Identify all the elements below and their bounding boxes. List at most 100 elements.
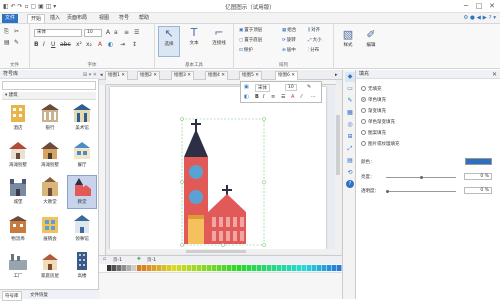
float-list-icon[interactable]: ☰ [281, 94, 285, 100]
fill-option-solid[interactable]: 单色填充 [361, 97, 386, 103]
menu-insert[interactable]: 插入 [47, 14, 63, 23]
float-font-color-icon[interactable]: A [291, 94, 294, 100]
palette-swatch[interactable] [132, 265, 137, 271]
add-page-icon[interactable]: ✚ [137, 257, 141, 262]
bold-icon[interactable]: B [34, 41, 39, 48]
grid-panel-icon[interactable]: ▦ [345, 108, 355, 118]
tab-file-recovery[interactable]: 文件恢复 [28, 291, 50, 299]
library-search-input[interactable] [2, 81, 96, 90]
float-size-select[interactable]: 10 [285, 84, 297, 91]
palette-swatch[interactable] [207, 265, 212, 271]
menu-help[interactable]: 帮助 [136, 14, 152, 23]
cut-icon[interactable]: ✂ [14, 28, 19, 35]
transparency-slider[interactable] [386, 191, 456, 192]
layers-panel-icon[interactable]: ⊞ [345, 132, 355, 142]
palette-swatch[interactable] [237, 265, 242, 271]
palette-swatch[interactable] [287, 265, 292, 271]
library-shape-item[interactable]: 海滩别墅 [4, 139, 32, 171]
paste-icon[interactable]: ▤ [4, 39, 10, 46]
palette-swatch[interactable] [152, 265, 157, 271]
palette-swatch[interactable] [177, 265, 182, 271]
library-shape-item[interactable]: 教堂 [67, 175, 97, 209]
font-color-icon[interactable]: A [98, 41, 102, 48]
fill-icon[interactable]: ◧ [244, 94, 249, 100]
library-shape-item[interactable]: 工厂 [4, 250, 32, 282]
float-more-icon[interactable]: ⋯ [311, 94, 316, 100]
protect-button[interactable]: ⊡保护 [239, 47, 253, 53]
copy-icon[interactable]: ⎘ [4, 28, 9, 35]
tab-drawing-2[interactable]: 绘图2 ✕ [137, 71, 161, 80]
brightness-value-field[interactable]: 0 % [464, 173, 492, 180]
select-tool-button[interactable]: ↖ 选择 [158, 26, 180, 57]
palette-swatch[interactable] [147, 265, 152, 271]
tab-drawing-1[interactable]: 绘图1 ✕ [105, 71, 129, 80]
palette-swatch[interactable] [232, 265, 237, 271]
line-panel-icon[interactable]: ▭ [345, 84, 355, 94]
palette-swatch[interactable] [252, 265, 257, 271]
palette-swatch[interactable] [202, 265, 207, 271]
palette-swatch[interactable] [332, 265, 337, 271]
fill-option-gradient[interactable]: 渐变填充 [361, 108, 386, 114]
indent-icon[interactable]: ⇥ [120, 41, 125, 48]
palette-swatch[interactable] [262, 265, 267, 271]
palette-swatch[interactable] [307, 265, 312, 271]
tab-drawing-6[interactable]: 绘图6 ✕ [275, 71, 299, 80]
page-tab[interactable]: 页-1 [113, 257, 122, 263]
align-icon[interactable]: ≡ [124, 29, 129, 36]
palette-swatch[interactable] [142, 265, 147, 271]
palette-swatch[interactable] [197, 265, 202, 271]
fill-option-pattern[interactable]: 图案填充 [361, 130, 386, 136]
fill-option-none[interactable]: 无填充 [361, 86, 382, 92]
palette-swatch[interactable] [337, 265, 342, 271]
group-button[interactable]: ▦组合 [282, 27, 296, 33]
help-icon[interactable]: ? [346, 180, 354, 188]
menu-home[interactable]: 开始 [27, 14, 46, 23]
edit-button[interactable]: ✐ 编辑 [360, 28, 382, 60]
library-shape-item[interactable]: 海滩别墅 [36, 139, 64, 171]
italic-icon[interactable]: I [43, 41, 45, 48]
font-size-select[interactable]: 10 [84, 29, 102, 37]
palette-swatch[interactable] [282, 265, 287, 271]
float-font-select[interactable]: 宋体 [255, 84, 270, 92]
palette-swatch[interactable] [292, 265, 297, 271]
superscript-icon[interactable]: x² [76, 41, 82, 48]
fill-panel-icon[interactable]: ◆ [345, 72, 355, 82]
palette-swatch[interactable] [267, 265, 272, 271]
quick-access-icons[interactable]: ◧ ↶ ↷ ▫ ▢ ▣ ◫ ▾ [3, 3, 56, 10]
palette-swatch[interactable] [272, 265, 277, 271]
palette-swatch[interactable] [187, 265, 192, 271]
style-picker-icon[interactable]: ▣ [244, 84, 249, 90]
distribute-button[interactable]: ⫶分布 [308, 47, 319, 53]
connector-tool-button[interactable]: ⌐ 连接线 [207, 26, 231, 57]
library-shape-item[interactable]: 家庭房屋 [36, 250, 64, 282]
palette-swatch[interactable] [227, 265, 232, 271]
palette-swatch[interactable] [167, 265, 172, 271]
shadow-panel-icon[interactable]: ◎ [345, 120, 355, 130]
text-tool-button[interactable]: T 文本 [183, 26, 205, 57]
transparency-value-field[interactable]: 0 % [464, 187, 492, 194]
library-shape-item[interactable]: 高楼 [68, 250, 96, 282]
align-button[interactable]: ⫼对齐 [308, 27, 320, 33]
palette-swatch[interactable] [137, 265, 142, 271]
palette-swatch[interactable] [247, 265, 252, 271]
font-name-select[interactable]: 宋体 [34, 29, 82, 37]
library-shape-item[interactable]: 展销会 [36, 213, 64, 245]
library-tools-icons[interactable]: ⊞ ▾ ✕ [83, 71, 97, 80]
horizontal-scrollbar[interactable] [106, 249, 335, 254]
history-panel-icon[interactable]: ⟲ [345, 168, 355, 178]
palette-swatch[interactable] [162, 265, 167, 271]
minimize-button[interactable]: ─ [460, 1, 472, 11]
table-panel-icon[interactable]: ▤ [345, 156, 355, 166]
palette-swatch[interactable] [122, 265, 127, 271]
close-button[interactable]: ✕ [486, 1, 498, 11]
library-shape-item[interactable]: 领事馆 [68, 213, 96, 245]
library-shape-item[interactable]: 餐厅 [68, 139, 96, 171]
palette-swatch[interactable] [117, 265, 122, 271]
palette-swatch[interactable] [157, 265, 162, 271]
highlight-icon[interactable]: ◐ [108, 41, 113, 48]
palette-swatch[interactable] [127, 265, 132, 271]
fill-panel-close-icon[interactable]: ✕ [492, 70, 497, 79]
palette-swatch[interactable] [297, 265, 302, 271]
palette-swatch[interactable] [277, 265, 282, 271]
menu-view[interactable]: 视图 [96, 14, 112, 23]
